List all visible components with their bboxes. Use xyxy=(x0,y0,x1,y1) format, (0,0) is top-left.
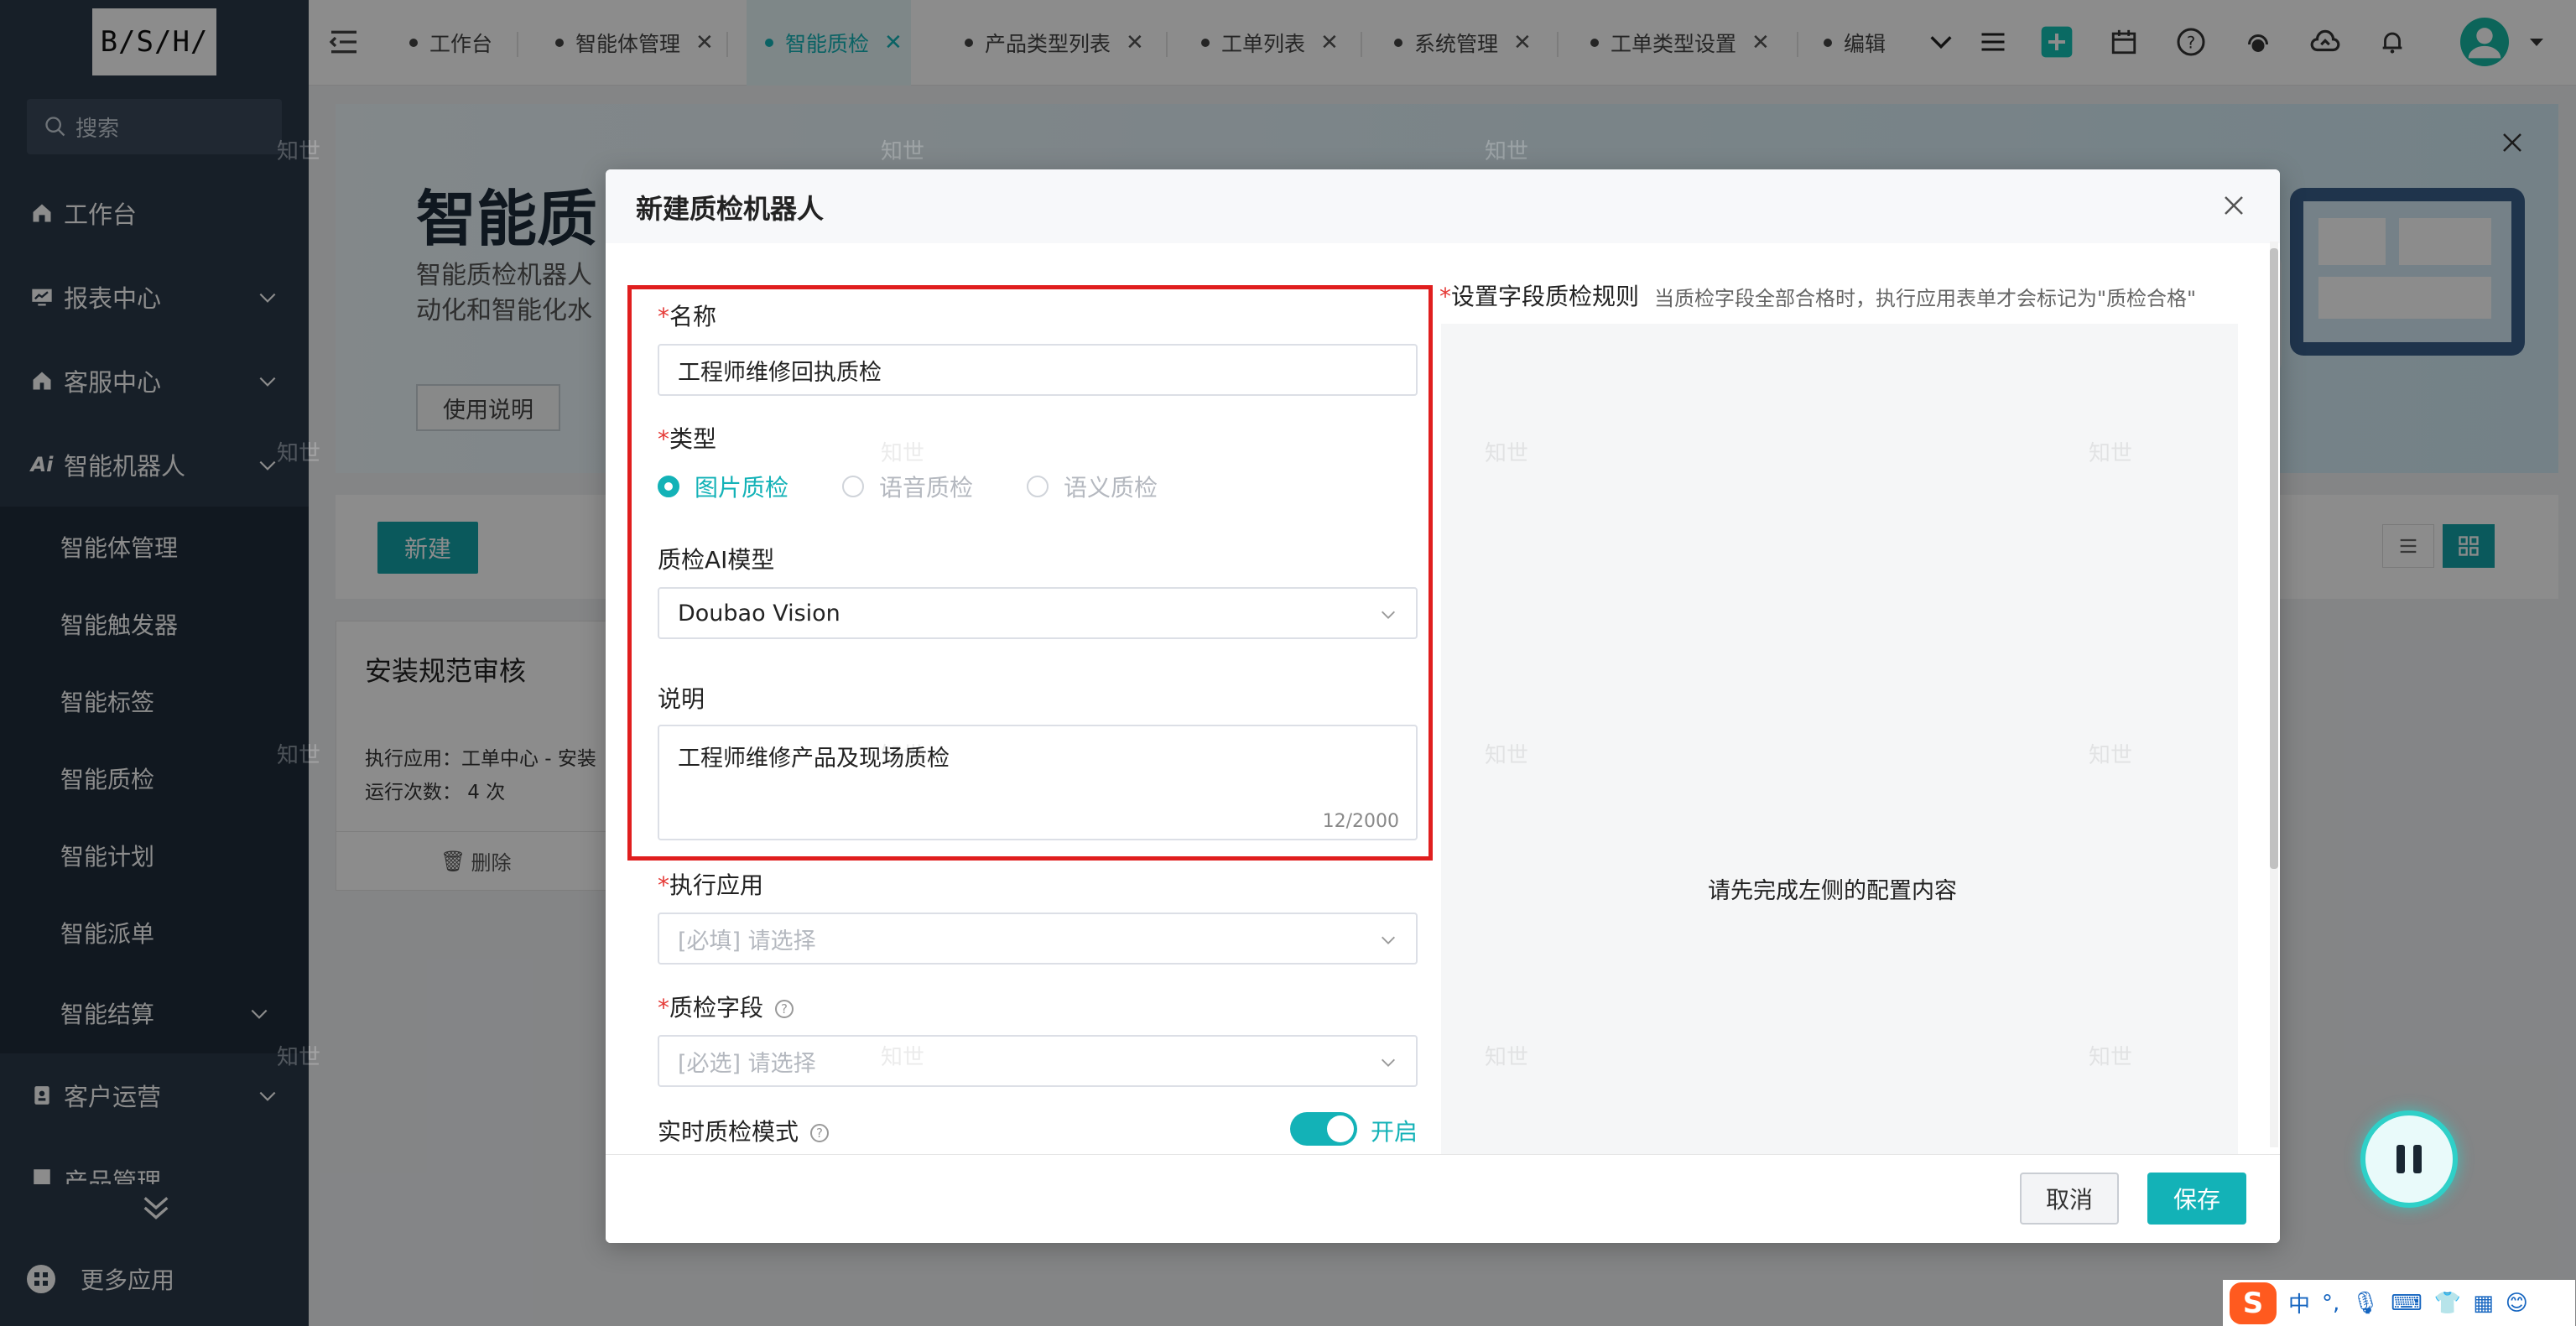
rules-hint: 当质检字段全部合格时，执行应用表单才会标记为"质检合格" xyxy=(1654,287,2197,310)
help-icon[interactable]: ? xyxy=(810,1124,830,1142)
watermark: 知世 xyxy=(277,743,321,768)
help-icon[interactable]: ? xyxy=(775,1000,794,1018)
label-text: 实时质检模式 xyxy=(658,1118,799,1146)
watermark: 知世 xyxy=(1485,1045,1529,1070)
label-text: 类型 xyxy=(669,425,717,453)
punctuation-icon[interactable]: °, xyxy=(2322,1291,2339,1316)
dialog-scrollbar[interactable] xyxy=(2270,242,2278,1147)
radio-circle xyxy=(842,476,864,497)
pause-icon xyxy=(2396,1145,2422,1173)
ime-toolbar: S 中 °, 🎙 ⌨ 👕 ▦ 😊 xyxy=(2223,1280,2575,1326)
watermark: 知世 xyxy=(1485,743,1529,768)
emoji-icon[interactable]: 😊 xyxy=(2506,1291,2528,1316)
ime-language[interactable]: 中 xyxy=(2288,1287,2310,1318)
model-select[interactable]: Doubao Vision xyxy=(658,587,1418,639)
rules-empty-text: 请先完成左侧的配置内容 xyxy=(1708,878,1957,904)
radio-image-qa[interactable]: 图片质检 xyxy=(658,470,788,503)
model-select-value: Doubao Vision xyxy=(678,600,840,627)
label-text: 质检字段 xyxy=(669,994,764,1022)
realtime-label: 实时质检模式? xyxy=(658,1114,830,1147)
close-icon[interactable] xyxy=(2221,193,2246,218)
label-text: 执行应用 xyxy=(669,871,764,899)
skin-icon[interactable]: 👕 xyxy=(2434,1291,2461,1316)
scrollbar-thumb[interactable] xyxy=(2270,248,2278,869)
watermark: 知世 xyxy=(277,441,321,466)
chevron-down-icon xyxy=(1382,936,1395,944)
app-select[interactable]: [必填] 请选择 xyxy=(658,913,1418,965)
label-text: 名称 xyxy=(669,303,717,330)
name-label: *名称 xyxy=(658,303,717,330)
dialog-header: 新建质检机器人 xyxy=(606,169,2280,243)
radio-circle xyxy=(658,476,679,497)
radio-circle xyxy=(1027,476,1049,497)
app-label: *执行应用 xyxy=(658,871,764,899)
dialog-title: 新建质检机器人 xyxy=(636,193,825,225)
watermark: 知世 xyxy=(881,1045,925,1070)
watermark: 知世 xyxy=(2089,1045,2133,1070)
floating-pause-button[interactable] xyxy=(2360,1110,2458,1208)
fields-label: *质检字段? xyxy=(658,990,794,1023)
watermark: 知世 xyxy=(1485,139,1529,164)
toggle-knob xyxy=(1327,1115,1354,1142)
watermark: 知世 xyxy=(881,743,925,768)
description-textarea[interactable]: 工程师维修产品及现场质检 12/2000 xyxy=(658,725,1418,840)
save-button[interactable]: 保存 xyxy=(2147,1173,2246,1225)
keyboard-icon[interactable]: ⌨ xyxy=(2391,1291,2422,1316)
radio-label: 语音质检 xyxy=(879,474,974,502)
app-select-placeholder: [必填] 请选择 xyxy=(678,928,816,954)
sogou-logo-icon[interactable]: S xyxy=(2230,1282,2277,1324)
chevron-down-icon xyxy=(1382,611,1395,619)
watermark: 知世 xyxy=(2089,743,2133,768)
label-text: 设置字段质检规则 xyxy=(1451,283,1640,310)
fields-select-placeholder: [必选] 请选择 xyxy=(678,1050,816,1077)
name-input[interactable]: 工程师维修回执质检 xyxy=(658,344,1418,396)
watermark: 知世 xyxy=(2089,441,2133,466)
radio-label: 图片质检 xyxy=(695,474,789,502)
microphone-icon[interactable]: 🎙 xyxy=(2351,1291,2379,1316)
chevron-down-icon xyxy=(1382,1058,1395,1067)
watermark: 知世 xyxy=(277,1045,321,1070)
radio-label: 语义质检 xyxy=(1064,474,1158,502)
realtime-state: 开启 xyxy=(1371,1118,1418,1146)
fields-select[interactable]: [必选] 请选择 xyxy=(658,1035,1418,1087)
model-label: 质检AI模型 xyxy=(658,546,775,574)
char-counter: 12/2000 xyxy=(1322,811,1399,832)
description-label: 说明 xyxy=(658,685,705,713)
toolbox-icon[interactable]: ▦ xyxy=(2473,1291,2494,1316)
watermark: 知世 xyxy=(277,139,321,164)
radio-voice-qa[interactable]: 语音质检 xyxy=(842,470,973,503)
watermark: 知世 xyxy=(881,139,925,164)
realtime-toggle[interactable] xyxy=(1290,1112,1357,1146)
watermark: 知世 xyxy=(1485,441,1529,466)
rules-title: *设置字段质检规则 xyxy=(1439,283,1640,310)
type-label: *类型 xyxy=(658,425,717,453)
cancel-button[interactable]: 取消 xyxy=(2020,1173,2119,1225)
radio-semantic-qa[interactable]: 语义质检 xyxy=(1027,470,1158,503)
watermark: 知世 xyxy=(881,441,925,466)
